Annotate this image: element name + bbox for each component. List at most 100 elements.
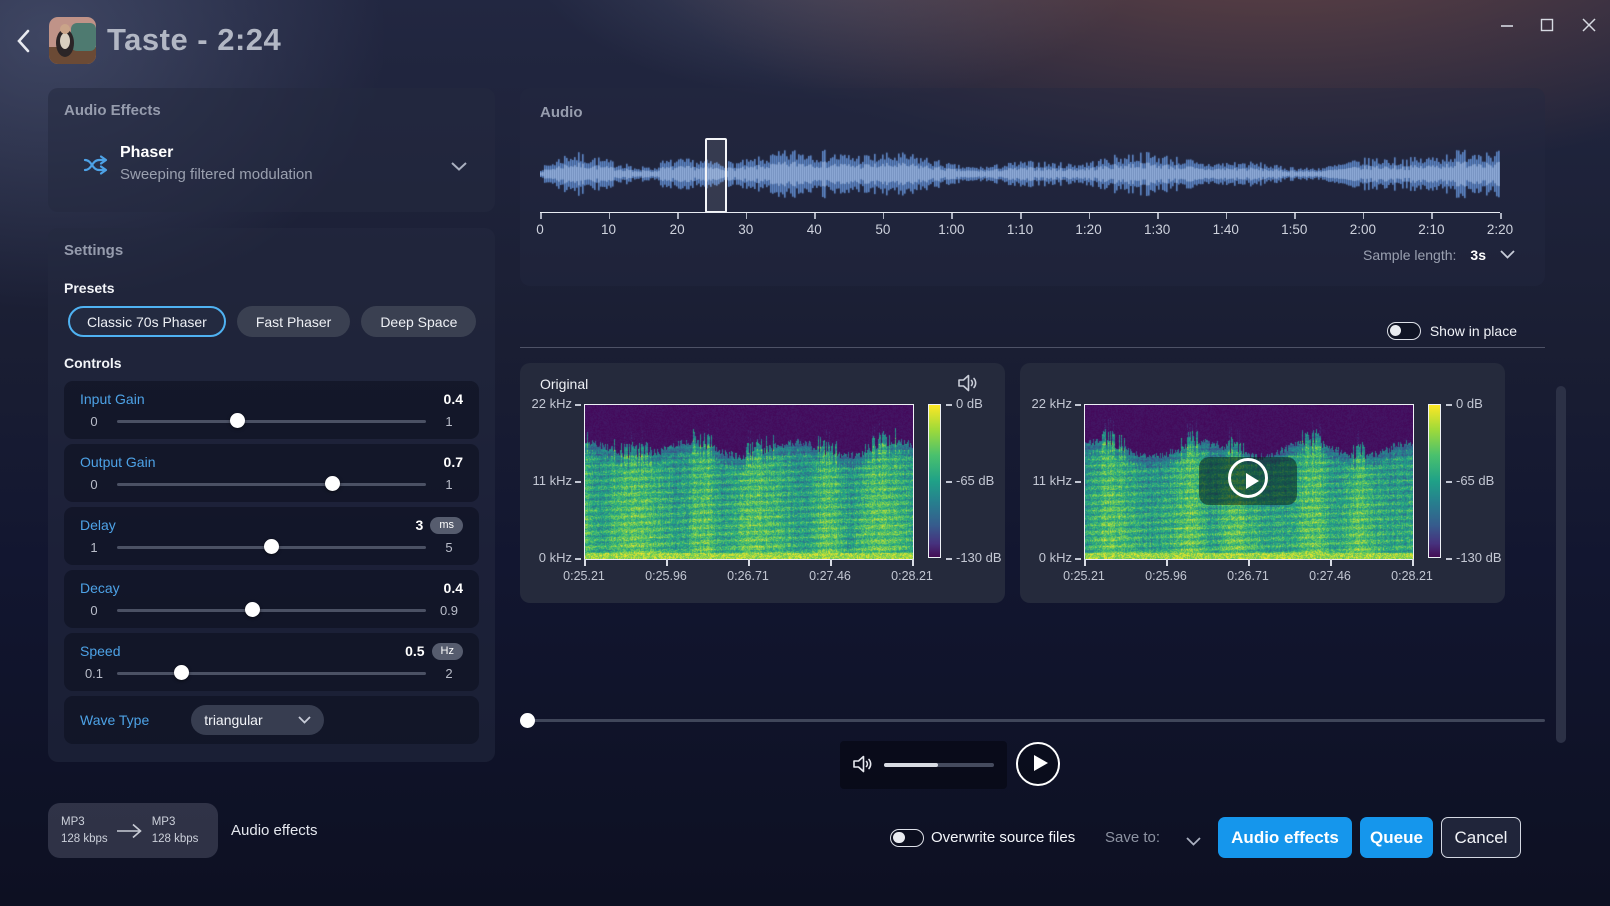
slider-thumb[interactable] xyxy=(174,665,189,680)
queue-button[interactable]: Queue xyxy=(1360,817,1433,858)
slider-thumb[interactable] xyxy=(264,539,279,554)
timeline-tick xyxy=(746,213,748,219)
slider-track[interactable] xyxy=(117,420,426,423)
vertical-scrollbar[interactable] xyxy=(1556,386,1566,743)
save-to-select[interactable] xyxy=(1186,833,1201,851)
time-axis-tick xyxy=(1412,559,1414,566)
maximize-icon xyxy=(1540,18,1554,32)
wave-type-select[interactable]: triangular xyxy=(191,705,324,735)
preset-chip-deep-space[interactable]: Deep Space xyxy=(361,306,476,337)
speaker-icon[interactable] xyxy=(957,373,979,398)
audio-card: Audio 010203040501:001:101:201:301:401:5… xyxy=(520,88,1545,286)
slider-max: 0.9 xyxy=(435,603,463,618)
window-close-button[interactable] xyxy=(1574,12,1604,38)
track-thumbnail xyxy=(49,17,96,64)
page-title: Taste - 2:24 xyxy=(107,22,281,58)
db-colorbar xyxy=(928,404,941,558)
time-axis-label: 0:27.46 xyxy=(788,569,872,583)
seek-slider-thumb[interactable] xyxy=(520,713,535,728)
freq-axis-label: 0 kHz xyxy=(1020,550,1072,566)
preset-chip-fast-phaser[interactable]: Fast Phaser xyxy=(237,306,350,337)
window-minimize-button[interactable] xyxy=(1492,12,1522,38)
db-axis-tick xyxy=(1446,558,1452,560)
time-axis-label: 0:28.21 xyxy=(1370,569,1454,583)
show-in-place-toggle[interactable] xyxy=(1387,322,1421,340)
window-maximize-button[interactable] xyxy=(1532,12,1562,38)
preset-chip-classic-70s-phaser[interactable]: Classic 70s Phaser xyxy=(68,306,226,337)
save-to-label: Save to: xyxy=(1105,829,1160,846)
toggle-knob xyxy=(893,832,905,844)
freq-axis-tick xyxy=(1075,558,1081,560)
unit-badge-ms: ms xyxy=(430,517,463,534)
sample-length-select[interactable] xyxy=(1500,246,1515,264)
overwrite-source-label: Overwrite source files xyxy=(931,829,1075,846)
applied-effect-label: Audio effects xyxy=(231,822,317,839)
slider-track[interactable] xyxy=(117,672,426,675)
freq-axis-label: 11 kHz xyxy=(1020,473,1072,489)
back-button[interactable] xyxy=(8,26,38,56)
timeline-tick-label: 1:00 xyxy=(921,222,981,237)
spectrogram-panel-preview: 22 kHz11 kHz0 kHz0:25.210:25.960:26.710:… xyxy=(1020,363,1505,603)
freq-axis-label: 22 kHz xyxy=(1020,396,1072,412)
overwrite-source-toggle[interactable] xyxy=(890,829,924,847)
slider-label: Delay xyxy=(80,517,116,533)
slider-min: 0 xyxy=(80,414,108,429)
timeline-tick xyxy=(1500,213,1502,219)
slider-max: 1 xyxy=(435,414,463,429)
audio-effects-card: Audio Effects Phaser Sweeping filtered m… xyxy=(48,88,495,212)
timeline-tick xyxy=(1226,213,1228,219)
timeline-tick-label: 0 xyxy=(510,222,570,237)
timeline-tick xyxy=(1020,213,1022,219)
freq-axis-tick xyxy=(575,558,581,560)
timeline-tick-label: 30 xyxy=(716,222,776,237)
time-axis-label: 0:27.46 xyxy=(1288,569,1372,583)
slider-row-output-gain: Output Gain 0.7 0 1 xyxy=(64,444,479,502)
close-icon xyxy=(1582,18,1596,32)
slider-row-delay: Delay 3 ms 1 5 xyxy=(64,507,479,565)
slider-label: Speed xyxy=(80,643,120,659)
timeline-ticks: 010203040501:001:101:201:301:401:502:002… xyxy=(540,212,1500,252)
effect-description: Sweeping filtered modulation xyxy=(120,166,313,183)
timeline-tick-label: 10 xyxy=(579,222,639,237)
preview-play-overlay-button[interactable] xyxy=(1199,457,1297,505)
slider-row-decay: Decay 0.4 0 0.9 xyxy=(64,570,479,628)
timeline-tick xyxy=(677,213,679,219)
sample-length-value: 3s xyxy=(1470,247,1486,263)
slider-value: 0.4 xyxy=(444,580,463,596)
freq-axis-tick xyxy=(1075,404,1081,406)
volume-group xyxy=(840,741,1007,789)
freq-axis-tick xyxy=(575,404,581,406)
time-axis-label: 0:25.21 xyxy=(542,569,626,583)
sample-selection-box[interactable] xyxy=(705,138,727,213)
effect-selector[interactable] xyxy=(451,158,467,176)
volume-slider[interactable] xyxy=(884,763,994,767)
slider-track[interactable] xyxy=(117,483,426,486)
waveform-canvas[interactable] xyxy=(540,142,1500,206)
section-divider xyxy=(520,347,1545,348)
seek-slider-track[interactable] xyxy=(527,719,1545,722)
audio-effects-button[interactable]: Audio effects xyxy=(1218,817,1352,858)
show-in-place-row: Show in place xyxy=(520,322,1517,340)
timeline-tick-label: 1:50 xyxy=(1264,222,1324,237)
time-axis-label: 0:26.71 xyxy=(1206,569,1290,583)
chevron-down-icon xyxy=(298,716,311,724)
slider-thumb[interactable] xyxy=(245,602,260,617)
presets-row: Classic 70s Phaser Fast Phaser Deep Spac… xyxy=(68,306,479,337)
timeline-tick xyxy=(951,213,953,219)
play-button[interactable] xyxy=(1016,742,1060,786)
slider-row-input-gain: Input Gain 0.4 0 1 xyxy=(64,381,479,439)
slider-track[interactable] xyxy=(117,609,426,612)
time-axis-tick xyxy=(830,559,832,566)
slider-thumb[interactable] xyxy=(325,476,340,491)
cancel-button[interactable]: Cancel xyxy=(1441,817,1521,858)
volume-icon[interactable] xyxy=(852,754,874,779)
app-window: Taste - 2:24 Audio Effects Phaser Sweepi… xyxy=(0,0,1610,906)
slider-label: Output Gain xyxy=(80,454,156,470)
freq-axis-tick xyxy=(1075,481,1081,483)
audio-effects-header: Audio Effects xyxy=(64,102,161,119)
slider-thumb[interactable] xyxy=(230,413,245,428)
freq-axis-label: 22 kHz xyxy=(520,396,572,412)
slider-min: 0 xyxy=(80,603,108,618)
timeline-tick-label: 1:30 xyxy=(1127,222,1187,237)
db-colorbar xyxy=(1428,404,1441,558)
